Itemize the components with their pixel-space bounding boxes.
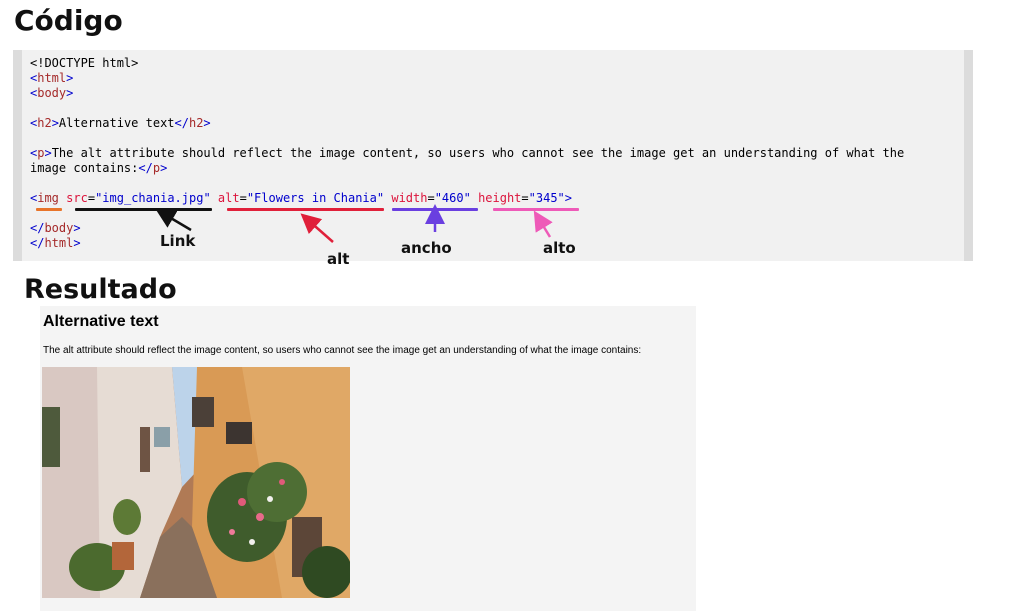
- code-h2-text: Alternative text: [58, 116, 175, 130]
- code-val-width: "460": [434, 191, 471, 205]
- code-attr-height: height: [478, 191, 522, 205]
- underline-width: [392, 208, 478, 211]
- code-attr-width: width: [391, 191, 428, 205]
- result-paragraph: The alt attribute should reflect the ima…: [43, 345, 642, 356]
- result-h2: Alternative text: [43, 313, 159, 330]
- annotation-link: Link: [160, 232, 196, 250]
- underline-height: [493, 208, 579, 211]
- code-val-alt: "Flowers in Chania": [246, 191, 385, 205]
- code-p-text-2: image contains:: [30, 161, 139, 175]
- code-html-open: html: [37, 71, 67, 85]
- code-val-height: "345": [528, 191, 565, 205]
- chania-street-image: [42, 367, 350, 598]
- code-attr-alt: alt: [217, 191, 240, 205]
- annotation-alto: alto: [543, 239, 576, 257]
- annotation-ancho: ancho: [401, 239, 452, 257]
- code-p-tag-close: p: [152, 161, 161, 175]
- code-doctype: <!DOCTYPE html>: [30, 56, 139, 70]
- code-h2-tag: h2: [37, 116, 52, 130]
- code-panel: <!DOCTYPE html> <html> <body> <h2>Alternati…: [13, 50, 973, 261]
- code-body-open: body: [37, 86, 67, 100]
- code-h2-tag-close: h2: [188, 116, 204, 130]
- underline-src: [75, 208, 212, 211]
- code-body-close: body: [44, 221, 74, 235]
- result-image: [42, 367, 350, 598]
- result-panel: Alternative text The alt attribute shoul…: [40, 306, 696, 611]
- underline-img: [36, 208, 62, 211]
- code-p-text-1: The alt attribute should reflect the ima…: [51, 146, 905, 160]
- underline-alt: [227, 208, 384, 211]
- result-heading: Resultado: [24, 274, 177, 305]
- code-block: <!DOCTYPE html> <html> <body> <h2>Alternati…: [30, 56, 905, 250]
- code-img-tag: img: [37, 191, 59, 205]
- code-heading: Código: [14, 4, 123, 37]
- code-html-close: html: [44, 236, 74, 250]
- code-val-src: "img_chania.jpg": [95, 191, 211, 205]
- annotation-alt: alt: [327, 250, 350, 268]
- code-attr-src: src: [66, 191, 88, 205]
